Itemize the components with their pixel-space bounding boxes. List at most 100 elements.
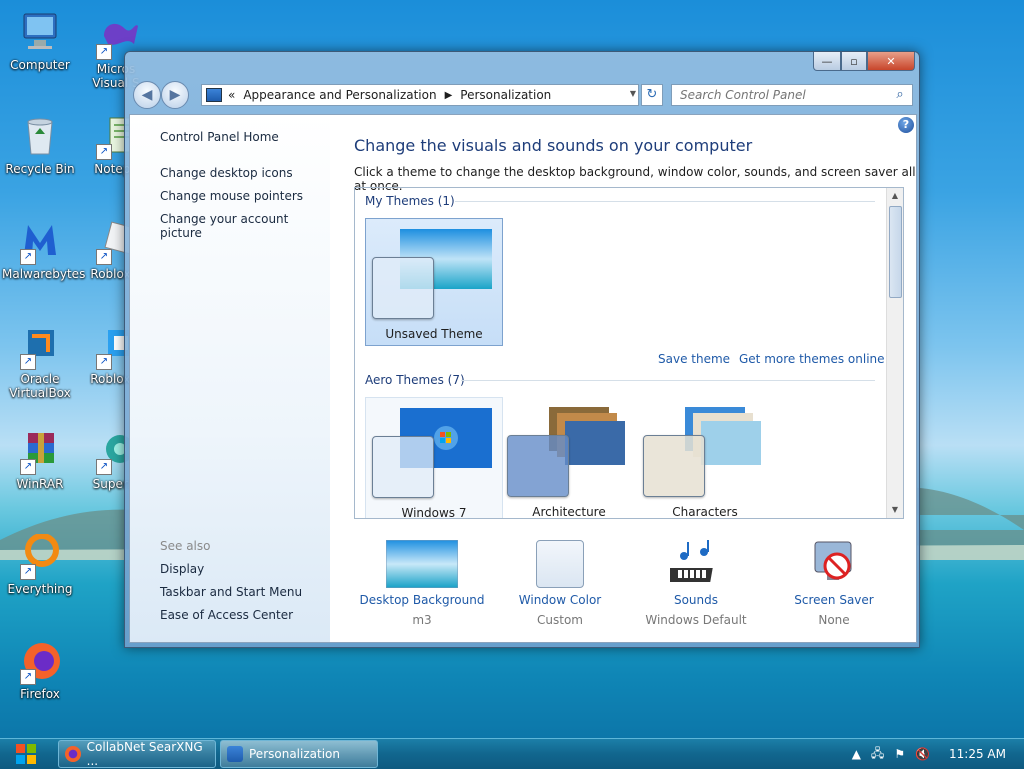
change-mouse-pointers-link[interactable]: Change mouse pointers [160,189,303,203]
desktop-background-setting[interactable]: Desktop Background m3 [352,535,492,627]
group-divider [461,380,875,381]
virtualbox-icon: ↗ [18,324,62,370]
taskbar-item-label: Personalization [249,747,340,761]
refresh-icon: ↻ [646,87,658,102]
help-button[interactable]: ? [898,117,914,133]
clock[interactable]: 11:25 AM [949,747,1006,761]
taskbar-item-personalization[interactable]: Personalization [220,740,378,768]
scroll-down-icon[interactable]: ▼ [887,502,903,518]
desktop-background-caption: Desktop Background [359,593,485,607]
address-bar[interactable]: « Appearance and Personalization ▶ Perso… [201,84,639,106]
computer-icon [18,10,62,54]
change-account-picture-link[interactable]: Change your account picture [160,212,330,240]
scrollbar-thumb[interactable] [889,206,902,298]
breadcrumb-appearance[interactable]: Appearance and Personalization [243,88,436,102]
search-box[interactable]: ⌕ [671,84,913,106]
display-link[interactable]: Display [160,562,204,576]
back-button[interactable]: ◀ [133,81,161,109]
window-color-value: Custom [537,613,583,627]
shortcut-arrow-icon: ↗ [96,459,112,475]
shortcut-arrow-icon: ↗ [96,44,112,60]
theme-label: Architecture [532,505,606,519]
shortcut-arrow-icon: ↗ [20,459,36,475]
change-desktop-icons-link[interactable]: Change desktop icons [160,166,293,180]
control-panel-icon [227,746,243,762]
window-color-setting[interactable]: Window Color Custom [490,535,630,627]
sounds-caption: Sounds [673,593,719,607]
maximize-button[interactable]: ▫ [841,52,867,71]
theme-window-color-swatch [507,435,569,497]
shortcut-arrow-icon: ↗ [20,354,36,370]
close-button[interactable]: ✕ [867,52,915,71]
firefox-icon [65,746,81,762]
screen-saver-setting[interactable]: Screen Saver None [764,535,904,627]
theme-window-color-swatch [372,436,434,498]
refresh-button[interactable]: ↻ [641,84,663,106]
window-color-caption: Window Color [518,593,602,607]
desktop-icon-label: Malwarebytes [2,267,86,281]
theme-characters[interactable]: Characters [637,397,773,518]
shortcut-arrow-icon: ↗ [20,249,36,265]
everything-icon: ↗ [18,533,62,580]
my-themes-header: My Themes (1) [365,194,455,208]
themes-list: My Themes (1) Unsaved Theme Save theme G… [354,187,904,519]
minimize-button[interactable]: — [813,52,841,71]
desktop-background-icon [386,540,458,588]
malwarebytes-icon: ↗ [18,219,62,265]
show-hidden-icons-icon[interactable]: ▲ [852,747,861,761]
sounds-icon [670,540,713,582]
shortcut-arrow-icon: ↗ [96,249,112,265]
theme-window-color-swatch [643,435,705,497]
desktop-icon-label: Computer [10,58,70,72]
desktop-icon-virtualbox[interactable]: ↗ Oracle VirtualBox [2,324,78,400]
theme-windows-7[interactable]: Windows 7 [365,397,503,518]
desktop-icon-label: Oracle VirtualBox [9,372,71,400]
start-button[interactable] [6,740,46,768]
window-color-icon [536,540,584,588]
main-pane: ? Change the visuals and sounds on your … [354,115,916,642]
action-center-flag-icon[interactable]: ⚑ [894,747,905,761]
get-more-themes-link[interactable]: Get more themes online [739,352,885,366]
forward-button[interactable]: ▶ [161,81,189,109]
desktop-icon-label: Everything [7,582,73,596]
help-icon: ? [902,118,910,131]
desktop-icon-firefox[interactable]: ↗ Firefox [2,639,78,701]
themes-scrollbar[interactable]: ▲ ▼ [886,188,903,518]
navigation-bar: ◀ ▶ « Appearance and Personalization ▶ P… [131,79,913,109]
address-overflow-chevron[interactable]: « [228,88,235,102]
theme-settings-bar: Desktop Background m3 Window Color Custo… [354,535,902,635]
search-input[interactable] [678,87,892,103]
screen-saver-caption: Screen Saver [794,593,874,607]
theme-unsaved[interactable]: Unsaved Theme [365,218,503,346]
shortcut-arrow-icon: ↗ [96,144,112,160]
breadcrumb-separator-icon[interactable]: ▶ [445,90,453,101]
taskbar-item-label: CollabNet SearXNG ... [86,740,203,768]
network-icon[interactable]: 🖧 [871,744,884,765]
taskbar-item-firefox[interactable]: CollabNet SearXNG ... [58,740,216,768]
ease-of-access-link[interactable]: Ease of Access Center [160,608,293,622]
breadcrumb-personalization[interactable]: Personalization [460,88,551,102]
personalization-window: — ▫ ✕ ◀ ▶ « Appearance and Personalizati… [124,51,920,648]
desktop-icon-label: Firefox [20,687,60,701]
sounds-setting[interactable]: Sounds Windows Default [626,535,766,627]
desktop-icon-computer[interactable]: Computer [2,10,78,72]
theme-architecture[interactable]: Architecture [501,397,637,519]
save-theme-link[interactable]: Save theme [658,352,730,366]
recycle-bin-icon [18,114,62,158]
scroll-up-icon[interactable]: ▲ [887,188,903,204]
control-panel-home-link[interactable]: Control Panel Home [160,130,279,144]
desktop-icon-everything[interactable]: ↗ Everything [2,533,78,596]
address-dropdown-icon[interactable]: ▼ [630,89,636,98]
desktop-icon-label: WinRAR [16,477,64,491]
winrar-icon: ↗ [18,429,62,475]
search-icon[interactable]: ⌕ [892,87,908,103]
shortcut-arrow-icon: ↗ [20,669,36,685]
desktop-icon-malwarebytes[interactable]: ↗ Malwarebytes [2,219,86,281]
desktop-icon-recycle-bin[interactable]: Recycle Bin [2,114,78,176]
taskbar-start-menu-link[interactable]: Taskbar and Start Menu [160,585,302,599]
forward-arrow-icon: ▶ [169,87,181,103]
desktop-icon-winrar[interactable]: ↗ WinRAR [2,429,78,491]
volume-muted-icon[interactable]: 🔇 [915,747,930,761]
notification-area: ▲ 🖧 ⚑ 🔇 11:25 AM [847,739,1024,769]
screen-saver-value: None [818,613,850,627]
